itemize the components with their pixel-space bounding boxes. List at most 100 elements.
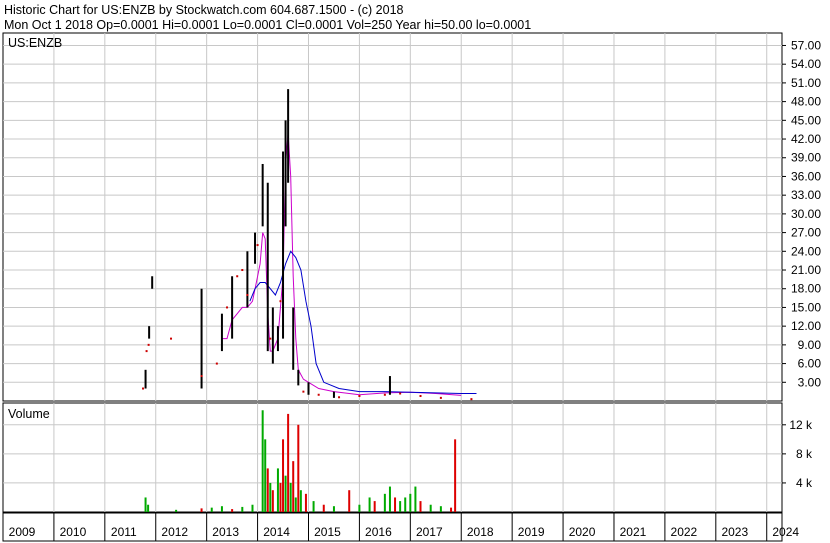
volume-panel-title: Volume (8, 407, 50, 421)
price-point (200, 375, 203, 378)
price-point (302, 390, 305, 393)
x-tick-label: 2024 (772, 525, 799, 539)
price-tick-label: 45.00 (791, 113, 821, 127)
volume-tick-label: 4 k (796, 476, 813, 490)
volume-bar (284, 475, 287, 512)
x-tick-label: 2019 (518, 525, 545, 539)
price-point (269, 337, 272, 340)
x-tick-label: 2010 (60, 525, 87, 539)
volume-bar (332, 506, 335, 512)
volume-bar (368, 497, 371, 512)
price-tick-label: 42.00 (791, 132, 821, 146)
price-point (358, 395, 361, 398)
price-tick-label: 30.00 (791, 207, 821, 221)
volume-bar (261, 410, 264, 512)
header-title: Historic Chart for US:ENZB by Stockwatch… (4, 3, 404, 17)
volume-bar (210, 507, 213, 512)
price-point (215, 362, 218, 365)
volume-bar (383, 493, 386, 512)
volume-bar (241, 506, 244, 512)
x-tick-label: 2017 (416, 525, 443, 539)
price-tick-label: 6.00 (798, 357, 822, 371)
volume-bar (454, 439, 457, 512)
price-tick-label: 21.00 (791, 263, 821, 277)
volume-bar (312, 501, 315, 512)
price-tick-label: 24.00 (791, 244, 821, 258)
volume-bar (271, 490, 274, 512)
volume-bar (292, 461, 295, 512)
price-tick-label: 33.00 (791, 188, 821, 202)
price-point (470, 398, 473, 401)
x-tick-label: 2022 (671, 525, 698, 539)
volume-bar (414, 486, 417, 512)
price-tick-label: 57.00 (791, 38, 821, 52)
volume-bar (276, 468, 279, 512)
volume-bar (388, 486, 391, 512)
x-tick-label: 2016 (365, 525, 392, 539)
volume-bar (450, 507, 453, 512)
price-tick-label: 36.00 (791, 169, 821, 183)
volume-tick-label: 8 k (796, 447, 813, 461)
volume-bar (266, 468, 269, 512)
chart-background (0, 0, 830, 543)
x-tick-label: 2014 (263, 525, 290, 539)
volume-bar (144, 497, 147, 512)
volume-bar (439, 506, 442, 512)
price-point (256, 244, 259, 247)
volume-bar (394, 497, 397, 512)
price-panel-title: US:ENZB (8, 36, 62, 50)
volume-tick-label: 12 k (789, 418, 813, 432)
x-tick-label: 2020 (569, 525, 596, 539)
volume-bar (251, 504, 254, 512)
x-tick-label: 2023 (721, 525, 748, 539)
price-point (246, 293, 249, 296)
volume-bar (279, 482, 282, 512)
x-tick-label: 2009 (9, 525, 36, 539)
price-tick-label: 51.00 (791, 76, 821, 90)
price-point (399, 392, 402, 395)
header-quote: Mon Oct 1 2018 Op=0.0001 Hi=0.0001 Lo=0.… (4, 18, 531, 32)
price-tick-label: 18.00 (791, 282, 821, 296)
price-tick-label: 27.00 (791, 226, 821, 240)
x-tick-label: 2018 (467, 525, 494, 539)
volume-bar (429, 504, 432, 512)
price-point (317, 393, 320, 396)
volume-bar (358, 504, 361, 512)
volume-bar (269, 482, 272, 512)
x-tick-label: 2011 (111, 525, 137, 539)
volume-bar (294, 497, 297, 512)
price-tick-label: 15.00 (791, 300, 821, 314)
volume-bar (264, 439, 267, 512)
x-tick-label: 2015 (314, 525, 341, 539)
price-point (383, 393, 386, 396)
volume-bar (200, 508, 203, 512)
price-point (236, 275, 239, 278)
x-tick-label: 2012 (161, 525, 188, 539)
volume-bar (419, 501, 422, 512)
price-tick-label: 12.00 (791, 319, 821, 333)
price-point (142, 387, 145, 390)
volume-bar (287, 413, 290, 512)
price-point (279, 300, 282, 303)
volume-bar (231, 509, 234, 512)
price-point (338, 396, 341, 399)
price-point (147, 343, 150, 346)
stock-chart: Historic Chart for US:ENZB by Stockwatch… (0, 0, 830, 543)
x-tick-label: 2013 (212, 525, 239, 539)
volume-bar (175, 509, 178, 512)
volume-bar (409, 493, 412, 512)
volume-bar (399, 501, 402, 512)
volume-bar (348, 490, 351, 512)
volume-bar (220, 506, 223, 512)
volume-bar (322, 504, 325, 512)
price-tick-label: 9.00 (798, 338, 822, 352)
price-tick-label: 3.00 (798, 375, 822, 389)
x-tick-label: 2021 (620, 525, 647, 539)
volume-bar (299, 490, 302, 512)
price-point (145, 350, 148, 353)
price-point (241, 269, 244, 272)
volume-bar (304, 493, 307, 512)
price-point (419, 395, 422, 398)
volume-bar (147, 504, 150, 512)
volume-bar (373, 501, 376, 512)
